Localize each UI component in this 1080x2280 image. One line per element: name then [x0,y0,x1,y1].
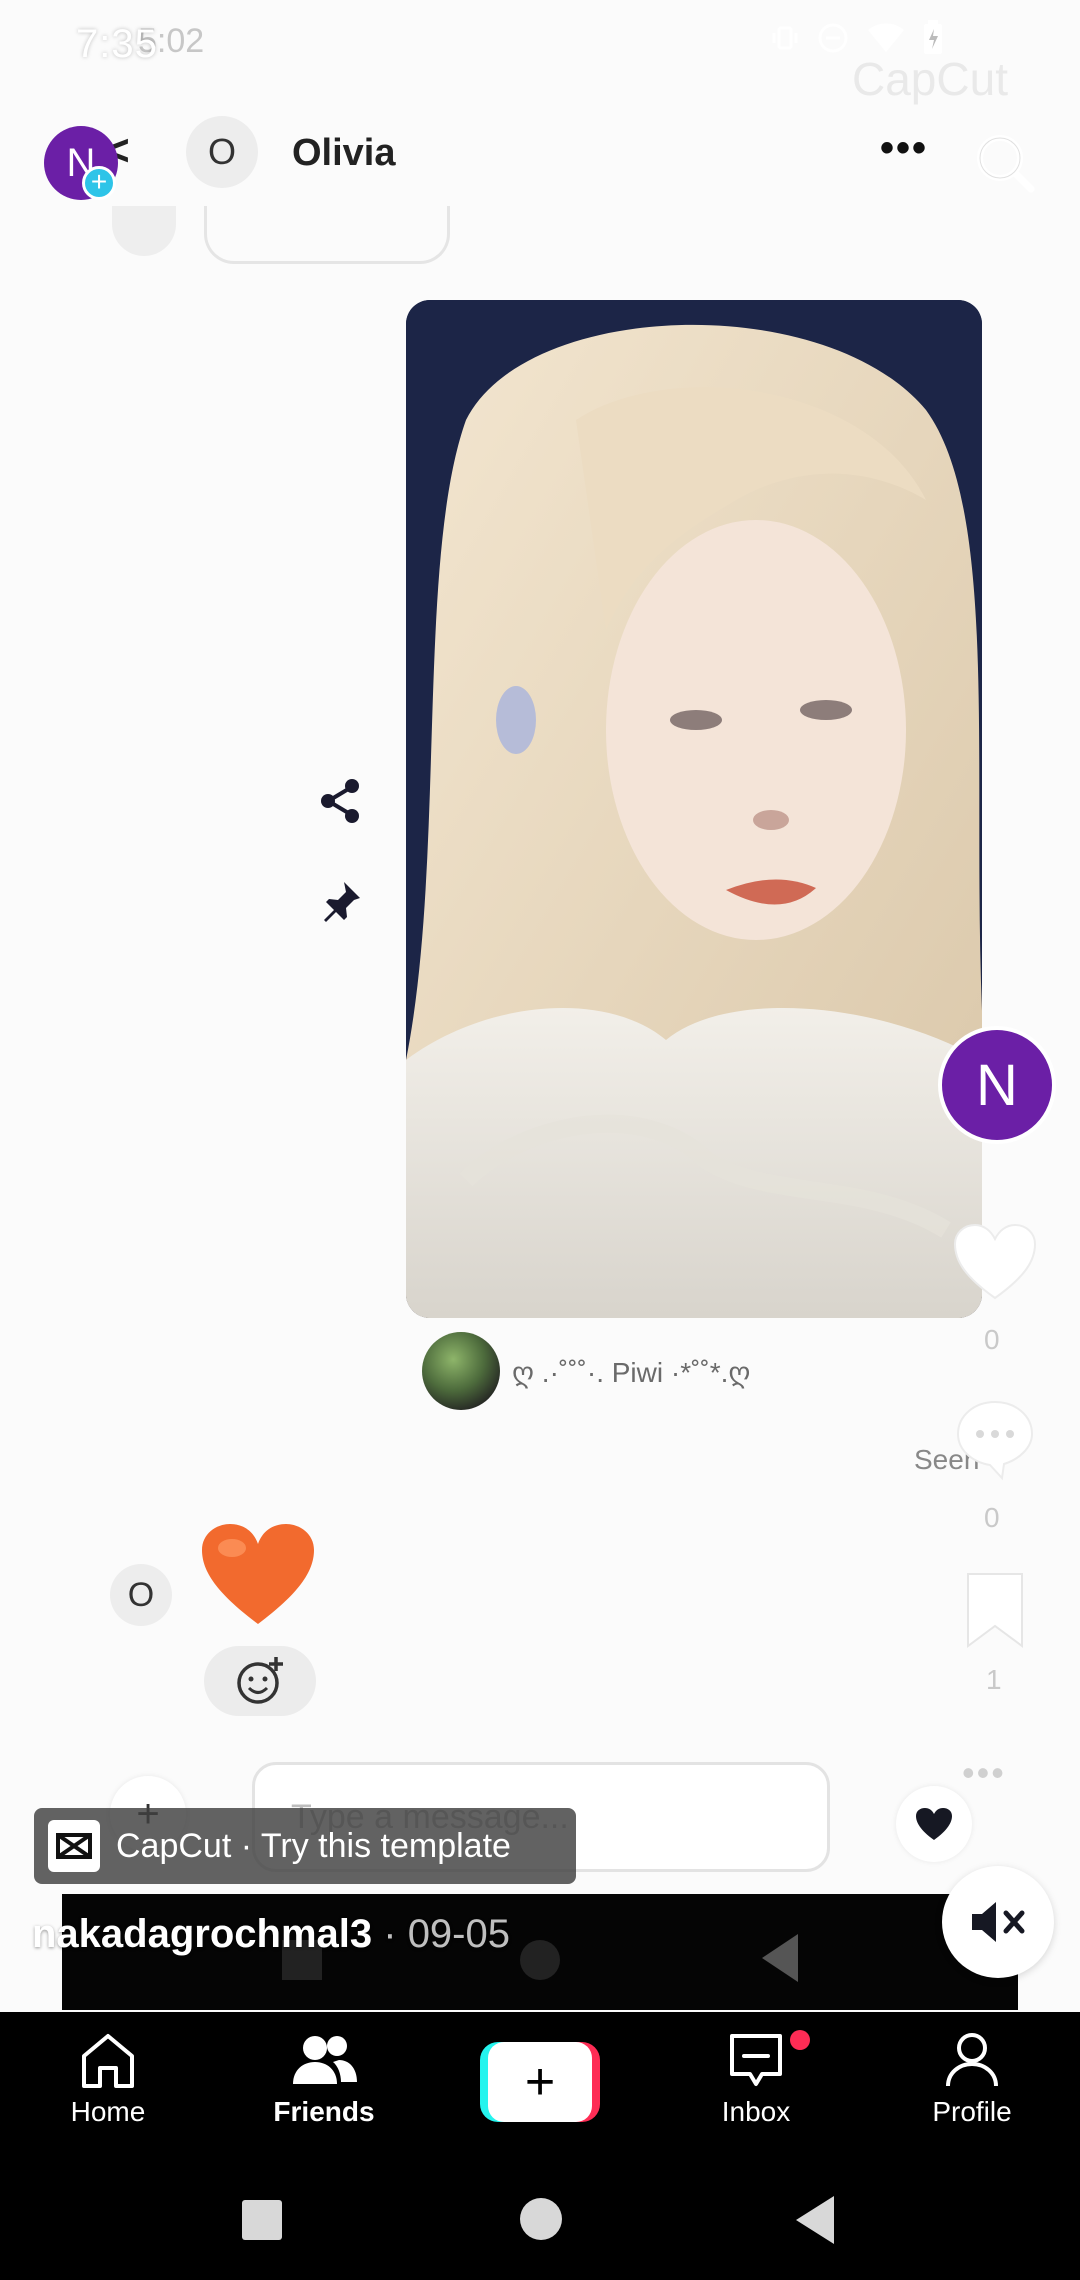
like-button[interactable] [952,1222,1038,1307]
emoji-add-icon [237,1657,283,1704]
ghost-circle-icon [520,1940,560,1980]
profile-icon [946,2033,998,2087]
post-author[interactable]: nakadagrochmal3 [32,1912,372,1956]
more-actions-icon[interactable]: ••• [962,1752,1006,1794]
bookmark-button[interactable] [962,1570,1028,1655]
video-author-avatar[interactable] [422,1332,500,1410]
pin-icon[interactable] [316,876,366,931]
share-icon[interactable] [316,776,366,831]
video-caption: ღ .·˚˚˚·. Piwi ·*˚˚*.ღ [512,1357,751,1388]
heart-icon [953,1223,1037,1300]
contact-name[interactable]: Olivia [292,132,396,175]
vibrate-icon [770,23,800,58]
recents-button[interactable] [242,2200,282,2240]
tab-friends[interactable]: Friends [244,2030,404,2128]
bookmark-count: 1 [986,1664,1002,1695]
tab-friends-label: Friends [273,2096,375,2127]
dnd-icon [816,21,850,60]
tab-home-label: Home [70,2096,146,2127]
sender-avatar[interactable]: O [110,1564,172,1626]
comment-button[interactable] [952,1396,1038,1487]
tab-profile[interactable]: Profile [892,2030,1052,2128]
inbox-icon [730,2034,782,2086]
send-heart-button[interactable] [896,1786,972,1862]
video-thumbnail [406,300,982,1318]
ghost-back-icon [762,1934,798,1982]
home-button[interactable] [520,2198,562,2240]
inbox-notification-dot [790,2030,810,2050]
creator-avatar[interactable]: N [938,1026,1056,1144]
tab-profile-label: Profile [932,2096,1012,2127]
search-icon[interactable] [972,130,1038,201]
create-plus-icon: + [488,2042,592,2122]
system-nav-bar [0,2152,1080,2280]
heart-icon [916,1808,952,1840]
heart-emoji-message[interactable] [198,1520,318,1630]
tab-inbox-label: Inbox [721,2096,791,2127]
post-author-line[interactable]: nakadagrochmal3 · 09-05 [32,1912,510,1957]
add-reaction-button[interactable] [204,1646,316,1716]
tab-inbox[interactable]: Inbox [676,2030,836,2128]
status-time: 7:35 [76,22,158,66]
friends-icon [293,2036,357,2084]
post-date: · 09-05 [372,1912,510,1956]
ghost-avatar [112,206,176,256]
battery-icon [922,20,944,61]
bookmark-icon [967,1573,1023,1648]
wifi-icon [866,22,906,59]
follow-plus-icon[interactable]: + [82,166,116,200]
more-options-icon[interactable]: ••• [880,126,928,171]
tab-home[interactable]: Home [28,2030,188,2128]
mute-button[interactable] [942,1866,1054,1978]
ghost-message-chip [204,206,450,264]
like-count: 0 [984,1324,1000,1355]
comment-count: 0 [984,1502,1000,1533]
capcut-template-banner[interactable]: CapCut · Try this template [34,1808,576,1884]
bottom-tab-bar: Home Friends + Inbox Profile [0,2012,1080,2152]
comment-icon [956,1400,1034,1481]
capcut-logo-icon [48,1820,100,1872]
contact-avatar[interactable]: O [186,116,258,188]
mute-icon [972,1902,1025,1942]
shared-video-card[interactable] [406,300,982,1318]
home-icon [82,2034,134,2088]
create-button[interactable]: + [480,2042,600,2122]
capcut-banner-text: CapCut · Try this template [116,1826,511,1865]
status-icons [770,20,944,61]
back-button[interactable] [796,2196,834,2244]
